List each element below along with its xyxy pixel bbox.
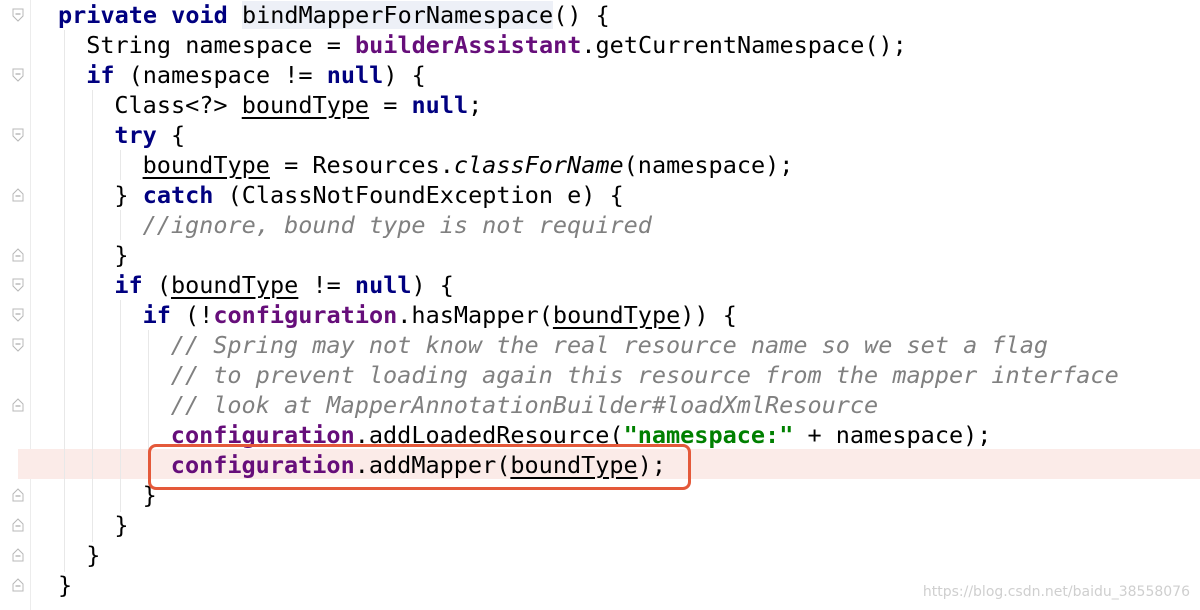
code-token: // Spring may not know the real resource… xyxy=(170,331,1048,359)
code-token: ) { xyxy=(411,271,454,299)
code-token: } xyxy=(114,241,129,269)
code-line[interactable]: Class<?> boundType = null; xyxy=(114,90,482,120)
code-line[interactable]: } xyxy=(114,240,128,270)
code-token: (namespace); xyxy=(623,151,794,179)
watermark: https://blog.csdn.net/baidu_38558076 xyxy=(922,584,1190,600)
code-token: null xyxy=(411,91,469,119)
code-token: (namespace != xyxy=(114,61,327,89)
code-token: Class<?> xyxy=(114,91,242,119)
code-token: if xyxy=(86,61,115,89)
code-token: (ClassNotFoundException e) { xyxy=(213,181,624,209)
code-token: bindMapperForNamespace xyxy=(241,1,554,29)
code-token: = Resources. xyxy=(269,151,454,179)
code-token: = xyxy=(369,91,412,119)
code-token: ( xyxy=(142,271,171,299)
code-token: if xyxy=(142,301,171,329)
code-line[interactable]: // Spring may not know the real resource… xyxy=(171,330,1048,360)
code-line[interactable]: } xyxy=(58,570,72,600)
code-token: boundType xyxy=(142,151,270,179)
code-token: )) { xyxy=(680,301,737,329)
code-token: .getCurrentNamespace(); xyxy=(581,31,907,59)
annotation-highlight-box xyxy=(148,444,691,490)
code-line[interactable]: //ignore, bound type is not required xyxy=(143,210,652,240)
code-token: try xyxy=(114,121,157,149)
code-token: builderAssistant xyxy=(355,31,582,59)
code-editor[interactable]: private void bindMapperForNamespace() {S… xyxy=(0,0,1200,610)
code-line[interactable]: // look at MapperAnnotationBuilder#loadX… xyxy=(171,390,878,420)
code-token: .hasMapper( xyxy=(397,301,553,329)
code-line[interactable]: } xyxy=(114,510,128,540)
code-line[interactable]: String namespace = builderAssistant.getC… xyxy=(86,30,907,60)
code-token: configuration xyxy=(213,301,398,329)
code-token: null xyxy=(354,271,412,299)
code-token: } xyxy=(114,181,143,209)
code-line[interactable]: private void bindMapperForNamespace() { xyxy=(58,0,610,30)
code-token: } xyxy=(58,571,73,599)
code-token: boundType xyxy=(170,271,299,299)
code-token: boundType xyxy=(552,301,681,329)
code-token: // to prevent loading again this resourc… xyxy=(170,361,1119,389)
code-token: boundType xyxy=(241,91,370,119)
code-token: (! xyxy=(170,301,214,329)
code-token: catch xyxy=(142,181,214,209)
code-token: + namespace); xyxy=(793,421,992,449)
code-token: () { xyxy=(553,1,610,29)
code-line[interactable]: try { xyxy=(114,120,185,150)
code-token: // look at MapperAnnotationBuilder#loadX… xyxy=(170,391,879,419)
code-line[interactable]: if (!configuration.hasMapper(boundType))… xyxy=(143,300,737,330)
code-token: private void xyxy=(58,1,242,29)
code-line[interactable]: boundType = Resources.classForName(names… xyxy=(143,150,794,180)
code-line[interactable]: if (boundType != null) { xyxy=(114,270,454,300)
code-token: } xyxy=(86,541,101,569)
code-token: } xyxy=(114,511,129,539)
code-token: != xyxy=(298,271,355,299)
code-token: null xyxy=(326,61,384,89)
code-token: String namespace = xyxy=(86,31,356,59)
code-token: ) { xyxy=(383,61,426,89)
code-line[interactable]: if (namespace != null) { xyxy=(86,60,426,90)
code-line[interactable]: } catch (ClassNotFoundException e) { xyxy=(114,180,623,210)
code-token: { xyxy=(156,121,186,149)
code-token: classForName xyxy=(453,151,624,179)
code-line[interactable]: } xyxy=(86,540,100,570)
code-line[interactable]: // to prevent loading again this resourc… xyxy=(171,360,1119,390)
code-token: ; xyxy=(468,91,483,119)
code-token: //ignore, bound type is not required xyxy=(142,211,652,239)
code-token: if xyxy=(114,271,143,299)
